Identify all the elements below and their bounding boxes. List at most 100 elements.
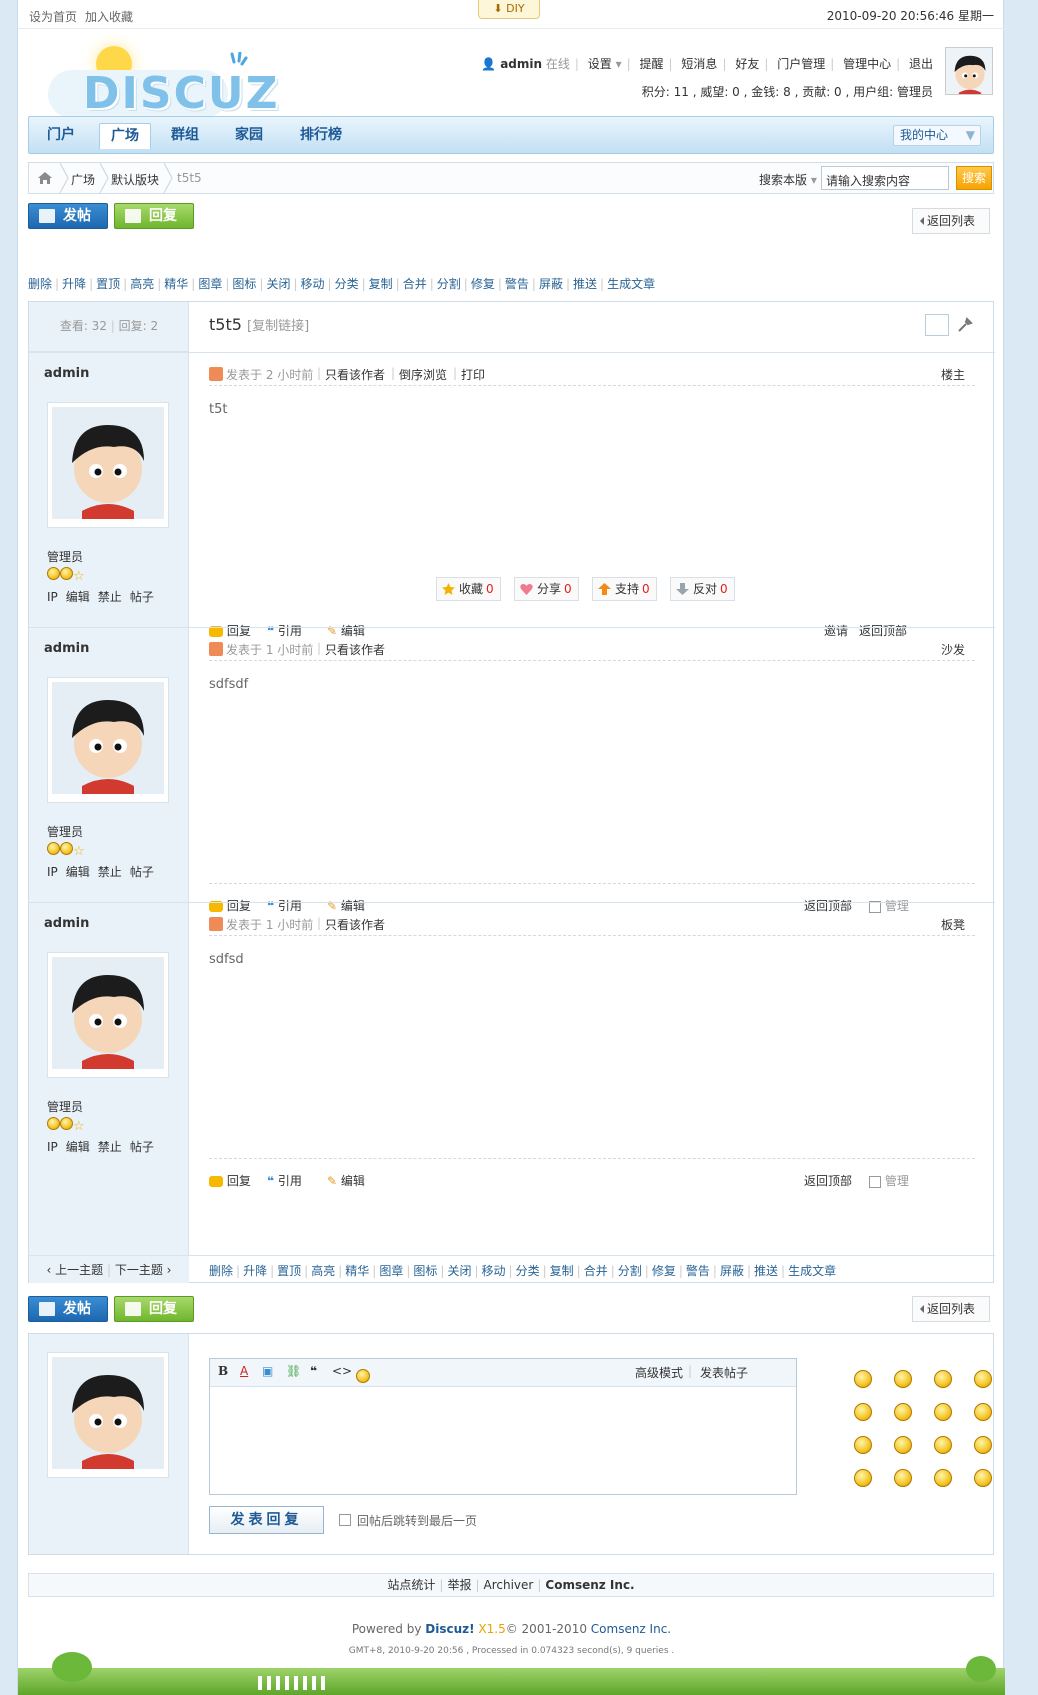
smiley-icon[interactable]: [854, 1370, 872, 1388]
author-name[interactable]: admin: [44, 916, 89, 931]
submit-reply-button[interactable]: 发表回复: [209, 1506, 324, 1534]
smiley-icon[interactable]: [894, 1403, 912, 1421]
product-link[interactable]: Discuz!: [425, 1622, 474, 1636]
home-icon[interactable]: [37, 171, 53, 185]
mod-delete[interactable]: 删除: [28, 275, 52, 292]
op-edit[interactable]: 编辑: [66, 865, 90, 879]
prev-thread-link[interactable]: 上一主题: [55, 1263, 103, 1277]
op-posts[interactable]: 帖子: [130, 1140, 154, 1154]
username-link[interactable]: admin: [500, 57, 542, 71]
search-input[interactable]: 请输入搜索内容: [821, 166, 949, 190]
nav-ranking[interactable]: 排行榜: [291, 123, 351, 147]
jump-last-checkbox[interactable]: [339, 1514, 351, 1526]
smiley-icon[interactable]: [854, 1436, 872, 1454]
smiley-icon[interactable]: [974, 1469, 992, 1487]
nav-home[interactable]: 家园: [227, 123, 271, 147]
company-link[interactable]: Comsenz Inc.: [591, 1622, 671, 1636]
mod-stick[interactable]: 置顶: [277, 1264, 301, 1278]
mod-split[interactable]: 分割: [618, 1264, 642, 1278]
print-link[interactable]: 打印: [461, 366, 485, 383]
op-posts[interactable]: 帖子: [130, 865, 154, 879]
reply-link[interactable]: 回复: [227, 1174, 251, 1188]
smiley-icon[interactable]: [934, 1403, 952, 1421]
quote-link[interactable]: 引用: [278, 1174, 302, 1188]
mod-article[interactable]: 生成文章: [607, 275, 655, 292]
view-only-author[interactable]: 只看该作者: [325, 641, 385, 658]
smiley-icon[interactable]: [894, 1469, 912, 1487]
mod-close[interactable]: 关闭: [266, 275, 290, 292]
mod-warn[interactable]: 警告: [505, 275, 529, 292]
code-icon[interactable]: <>: [332, 1364, 352, 1378]
op-edit[interactable]: 编辑: [66, 1140, 90, 1154]
new-thread-button-bottom[interactable]: 发帖: [28, 1296, 108, 1322]
mod-move[interactable]: 移动: [482, 1264, 506, 1278]
mod-type[interactable]: 分类: [335, 275, 359, 292]
wrench-icon[interactable]: [957, 317, 973, 333]
back-to-top-link[interactable]: 返回顶部: [859, 622, 907, 639]
mod-bump[interactable]: 升降: [62, 275, 86, 292]
friends-link[interactable]: 好友: [735, 57, 759, 71]
smiley-icon[interactable]: [854, 1469, 872, 1487]
image-icon[interactable]: ▣: [262, 1364, 273, 1378]
mod-bump[interactable]: 升降: [243, 1264, 267, 1278]
mod-icon[interactable]: 图标: [413, 1264, 437, 1278]
mod-move[interactable]: 移动: [301, 275, 325, 292]
nav-groups[interactable]: 群组: [163, 123, 207, 147]
mod-repair[interactable]: 修复: [652, 1264, 676, 1278]
archiver-link[interactable]: Archiver: [484, 1578, 534, 1592]
floor-label[interactable]: 沙发: [941, 641, 965, 658]
mod-delete[interactable]: 删除: [209, 1264, 233, 1278]
mod-stamp[interactable]: 图章: [198, 275, 222, 292]
search-scope[interactable]: 搜索本版 ▾: [759, 171, 817, 188]
my-center-dropdown[interactable]: 我的中心 ▼: [893, 125, 981, 146]
author-avatar[interactable]: [47, 677, 169, 803]
copy-link[interactable]: [复制链接]: [247, 319, 309, 334]
edit-link[interactable]: 编辑: [341, 1174, 365, 1188]
smiley-icon[interactable]: [356, 1364, 370, 1383]
mod-type[interactable]: 分类: [516, 1264, 540, 1278]
back-to-list-button-bottom[interactable]: 返回列表: [912, 1296, 990, 1322]
op-ban[interactable]: 禁止: [98, 590, 122, 604]
bold-icon[interactable]: B: [218, 1364, 228, 1378]
smiley-icon[interactable]: [934, 1370, 952, 1388]
op-ban[interactable]: 禁止: [98, 1140, 122, 1154]
author-avatar[interactable]: [47, 402, 169, 528]
smiley-icon[interactable]: [934, 1469, 952, 1487]
support-button[interactable]: 支持 0: [592, 577, 657, 601]
mod-push[interactable]: 推送: [754, 1264, 778, 1278]
favorite-button[interactable]: 收藏 0: [436, 577, 501, 601]
reverse-order[interactable]: 倒序浏览: [399, 366, 447, 383]
reply-button[interactable]: 回复: [114, 203, 194, 229]
next-thread-link[interactable]: 下一主题: [115, 1263, 163, 1277]
op-ip[interactable]: IP: [47, 865, 58, 879]
mod-ban[interactable]: 屏蔽: [539, 275, 563, 292]
comsenz-link[interactable]: Comsenz Inc.: [545, 1578, 634, 1592]
smiley-icon[interactable]: [894, 1436, 912, 1454]
reply-textarea[interactable]: [210, 1387, 796, 1494]
op-edit[interactable]: 编辑: [66, 590, 90, 604]
mod-close[interactable]: 关闭: [447, 1264, 471, 1278]
font-color-icon[interactable]: A: [240, 1364, 248, 1378]
mod-push[interactable]: 推送: [573, 275, 597, 292]
mod-copy[interactable]: 复制: [550, 1264, 574, 1278]
mod-split[interactable]: 分割: [437, 275, 461, 292]
share-button[interactable]: 分享 0: [514, 577, 579, 601]
portal-admin-link[interactable]: 门户管理: [777, 57, 825, 71]
mod-digest[interactable]: 精华: [345, 1264, 369, 1278]
op-ip[interactable]: IP: [47, 1140, 58, 1154]
set-home-link[interactable]: 设为首页: [29, 10, 77, 24]
mod-highlight[interactable]: 高亮: [311, 1264, 335, 1278]
manage-checkbox[interactable]: [869, 1175, 881, 1188]
notice-link[interactable]: 提醒: [640, 57, 664, 71]
mod-icon[interactable]: 图标: [232, 275, 256, 292]
author-name[interactable]: admin: [44, 641, 89, 656]
admin-center-link[interactable]: 管理中心: [843, 57, 891, 71]
op-posts[interactable]: 帖子: [130, 590, 154, 604]
smiley-icon[interactable]: [974, 1370, 992, 1388]
view-only-author[interactable]: 只看该作者: [325, 916, 385, 933]
oppose-button[interactable]: 反对 0: [670, 577, 735, 601]
smiley-icon[interactable]: [974, 1403, 992, 1421]
nav-square[interactable]: 广场: [99, 123, 151, 149]
floor-label[interactable]: 板凳: [941, 916, 965, 933]
author-name[interactable]: admin: [44, 366, 89, 381]
